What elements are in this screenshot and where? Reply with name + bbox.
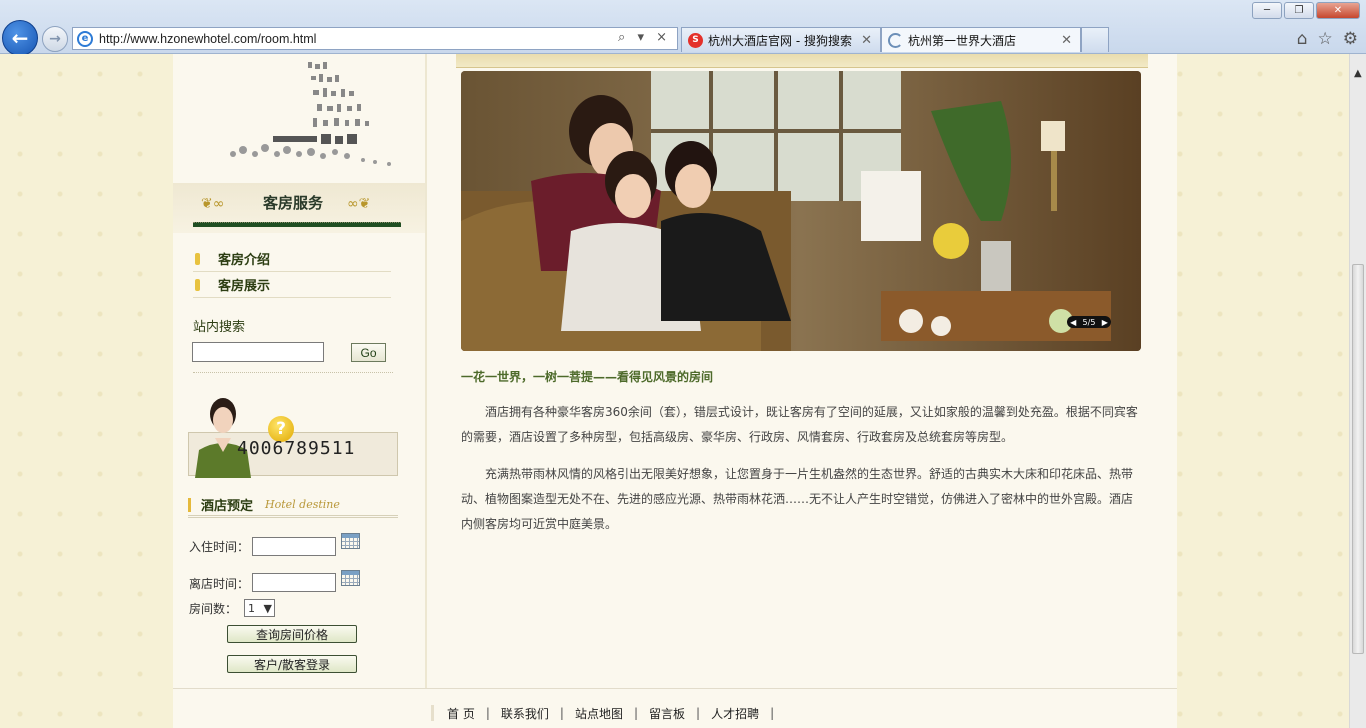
scrollbar-thumb[interactable] (1352, 264, 1364, 654)
chevron-down-icon: ▼ (263, 601, 272, 615)
bullet-icon (195, 278, 200, 291)
rooms-select[interactable]: 1 ▼ (244, 599, 275, 617)
scroll-up-icon[interactable]: ▲ (1354, 68, 1362, 79)
browser-toolbar: ⌂ ☆ ⚙ (1297, 29, 1358, 49)
room-headline: 一花一世界，一树一菩提——看得见风景的房间 (461, 370, 714, 384)
footer-separator: | (696, 706, 701, 720)
sidebar-item-label: 客房展示 (218, 279, 271, 294)
ornament-right-icon: ∞❦ (347, 196, 371, 212)
footer-link-contact[interactable]: 联系我们 (501, 705, 549, 722)
checkout-label: 离店时间： (189, 577, 250, 591)
slide-counter: 5/5 (1082, 317, 1096, 327)
favorites-star-icon[interactable]: ☆ (1318, 29, 1333, 49)
slide-indicator[interactable]: ◀ 5/5 ▶ (1067, 316, 1111, 328)
back-button[interactable]: ← (2, 20, 38, 56)
footer-separator: | (770, 706, 775, 720)
address-url: http://www.hzonewhotel.com/room.html (99, 31, 317, 46)
rooms-select-value: 1 (248, 601, 255, 615)
footer-separator: | (559, 706, 564, 720)
footer-link-home[interactable]: 首 页 (447, 705, 475, 722)
restore-button[interactable]: ❐ (1284, 2, 1314, 19)
settings-gear-icon[interactable]: ⚙ (1343, 29, 1358, 49)
address-controls[interactable]: ⌕ ▾ × (618, 30, 671, 45)
close-tab-icon[interactable]: ✕ (861, 33, 872, 48)
home-icon[interactable]: ⌂ (1297, 29, 1308, 49)
service-divider (193, 222, 401, 227)
close-window-button[interactable]: ✕ (1316, 2, 1360, 19)
footer-link-careers[interactable]: 人才招聘 (711, 705, 759, 722)
footer-link-sitemap[interactable]: 站点地图 (575, 705, 623, 722)
window-controls: ─ ❐ ✕ (1252, 2, 1360, 19)
next-slide-icon[interactable]: ▶ (1102, 318, 1108, 327)
checkin-date-input[interactable] (252, 537, 336, 556)
search-divider (193, 372, 393, 373)
site-search-input[interactable] (192, 342, 324, 362)
section-title-band (456, 54, 1148, 68)
footer-marker (431, 705, 435, 721)
close-tab-icon[interactable]: ✕ (1061, 33, 1072, 48)
hotel-logo-graphic (230, 62, 391, 166)
rooms-label: 房间数： (189, 602, 238, 616)
customer-service-agent-image (195, 398, 251, 478)
new-tab-button[interactable] (1081, 27, 1109, 52)
address-bar[interactable]: e http://www.hzonewhotel.com/room.html ⌕… (72, 27, 678, 50)
vertical-scrollbar[interactable]: ▲ (1349, 54, 1366, 728)
sidebar: ❦∞ 客房服务 ∞❦ 客房介绍 客房展示 站内搜索 Go ? 400678951… (173, 54, 427, 688)
sidebar-item-room-gallery[interactable]: 客房展示 (193, 272, 391, 298)
content-wrapper: ❦∞ 客房服务 ∞❦ 客房介绍 客房展示 站内搜索 Go ? 400678951… (173, 54, 1177, 728)
prev-slide-icon[interactable]: ◀ (1070, 318, 1076, 327)
footer-divider (173, 688, 1177, 689)
browser-chrome: ← → e http://www.hzonewhotel.com/room.ht… (0, 0, 1366, 56)
tab-sogou-search[interactable]: S 杭州大酒店官网 - 搜狗搜索 ✕ (681, 27, 881, 52)
service-title: 客房服务 (263, 194, 324, 212)
tab-title: 杭州大酒店官网 - 搜狗搜索 (708, 33, 852, 48)
footer-separator: | (633, 706, 638, 720)
search-go-button[interactable]: Go (351, 343, 386, 362)
booking-header-bar (188, 497, 191, 512)
booking-subtitle: Hotel destine (265, 498, 340, 511)
sogou-icon: S (688, 32, 703, 48)
minimize-button[interactable]: ─ (1252, 2, 1282, 19)
loading-icon (888, 32, 903, 48)
customer-login-button[interactable]: 客户/散客登录 (227, 655, 357, 673)
sidebar-item-room-intro[interactable]: 客房介绍 (193, 246, 391, 272)
page-body: ❦∞ 客房服务 ∞❦ 客房介绍 客房展示 站内搜索 Go ? 400678951… (0, 54, 1349, 728)
calendar-icon[interactable] (341, 533, 360, 549)
checkin-label: 入住时间： (189, 540, 250, 554)
checkout-date-input[interactable] (252, 573, 336, 592)
site-search-label: 站内搜索 (193, 320, 246, 335)
footer-nav: 首 页 | 联系我们 | 站点地图 | 留言板 | 人才招聘 | (431, 704, 785, 722)
bullet-icon (195, 252, 200, 265)
room-description-paragraph: 充满热带雨林风情的风格引出无限美好想象，让您置身于一片生机盎然的生态世界。舒适的… (461, 467, 1134, 531)
ie-page-icon: e (77, 30, 93, 47)
booking-header: 酒店预定 Hotel destine (188, 494, 398, 518)
ornament-left-icon: ❦∞ (201, 196, 225, 212)
room-description-paragraph: 酒店拥有各种豪华客房360余间（套），错层式设计，既让客房有了空间的延展，又让如… (461, 405, 1138, 444)
room-slideshow-image[interactable] (461, 71, 1141, 351)
footer-separator: | (485, 706, 490, 720)
calendar-icon[interactable] (341, 570, 360, 586)
footer-link-guestbook[interactable]: 留言板 (649, 705, 685, 722)
tab-hotel-page[interactable]: 杭州第一世界大酒店 ✕ (881, 27, 1081, 52)
sidebar-item-label: 客房介绍 (218, 253, 271, 268)
query-price-button[interactable]: 查询房间价格 (227, 625, 357, 643)
forward-button[interactable]: → (42, 26, 68, 52)
hotline-number: 4006789511 (237, 438, 356, 459)
booking-title: 酒店预定 (201, 499, 254, 514)
tab-title: 杭州第一世界大酒店 (908, 33, 1017, 48)
